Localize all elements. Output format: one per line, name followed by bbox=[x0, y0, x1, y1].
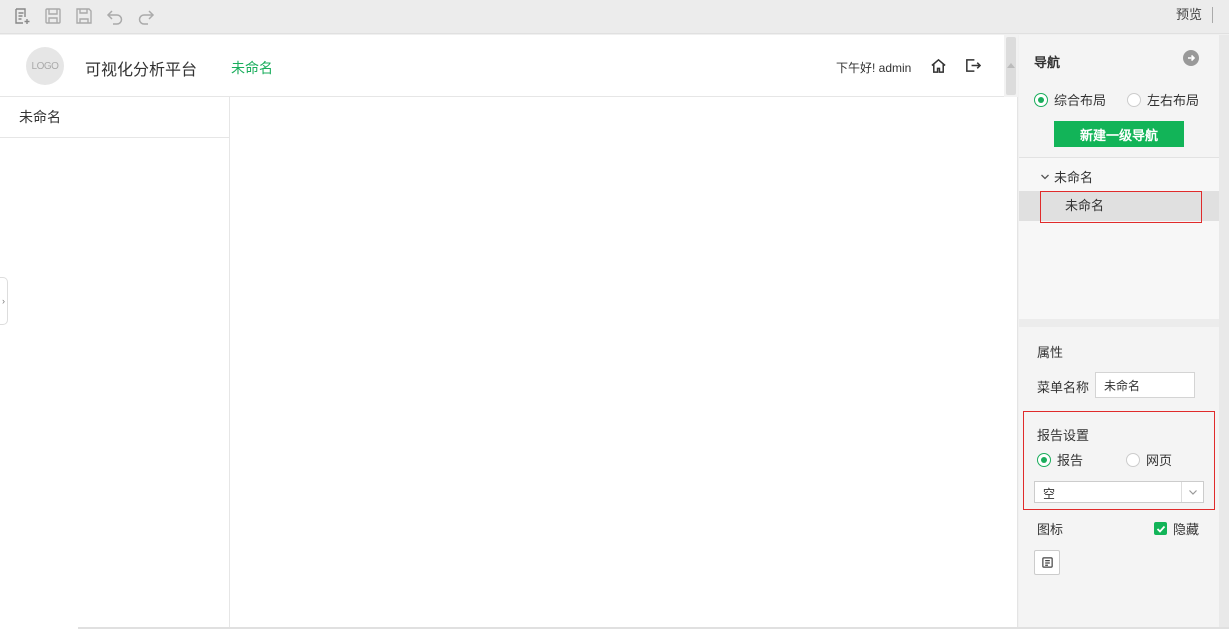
panel-divider bbox=[1019, 319, 1219, 327]
app-side-menu: 未命名 bbox=[0, 97, 230, 629]
scroll-up-icon[interactable] bbox=[1007, 63, 1015, 68]
save-as-icon[interactable] bbox=[73, 5, 95, 27]
user-greeting: 下午好! admin bbox=[836, 61, 912, 75]
tree-node-child[interactable]: 未命名 bbox=[1040, 191, 1202, 223]
checkbox-checked-icon bbox=[1154, 522, 1167, 535]
new-top-nav-button[interactable]: 新建一级导航 bbox=[1054, 121, 1184, 147]
logout-icon[interactable] bbox=[962, 55, 982, 75]
app-title: 可视化分析平台 bbox=[85, 62, 198, 79]
icon-label: 图标 bbox=[1037, 522, 1064, 537]
layout-option-combined[interactable]: 综合布局 bbox=[1034, 90, 1106, 109]
design-canvas: LOGO 可视化分析平台 未命名 下午好! admin 未命名 › bbox=[0, 35, 1018, 629]
new-page-icon[interactable] bbox=[11, 5, 33, 27]
arrow-right-circle-icon[interactable] bbox=[1183, 50, 1199, 66]
radio-selected-icon bbox=[1034, 92, 1048, 107]
nav-section-title: 导航 bbox=[1034, 55, 1061, 70]
app-tab-unnamed[interactable]: 未命名 bbox=[231, 58, 273, 78]
app-header: LOGO 可视化分析平台 未命名 下午好! admin bbox=[0, 35, 1004, 97]
radio-unselected-icon bbox=[1126, 452, 1140, 467]
config-panel: 导航 综合布局 左右布局 新建一级导航 未命名 未命名 属性 菜单名称 报告设置… bbox=[1019, 35, 1219, 629]
report-settings-box: 报告设置 报告 网页 空 bbox=[1023, 411, 1215, 510]
logo: LOGO bbox=[26, 47, 64, 85]
menu-name-label: 菜单名称 bbox=[1037, 380, 1090, 395]
save-icon[interactable] bbox=[42, 5, 64, 27]
icon-picker-button[interactable] bbox=[1034, 550, 1060, 575]
dropdown-button[interactable] bbox=[1181, 482, 1203, 502]
hide-checkbox[interactable]: 隐藏 bbox=[1154, 519, 1199, 538]
tree-node-child-row[interactable]: 未命名 bbox=[1019, 191, 1219, 223]
nav-tree: 未命名 未命名 bbox=[1019, 157, 1219, 319]
layout-option-left-right[interactable]: 左右布局 bbox=[1127, 90, 1199, 109]
attributes-title: 属性 bbox=[1037, 345, 1064, 360]
radio-selected-icon bbox=[1037, 452, 1051, 467]
report-option-webpage[interactable]: 网页 bbox=[1126, 450, 1172, 469]
chevron-down-icon bbox=[1188, 490, 1197, 495]
menu-name-input[interactable] bbox=[1095, 372, 1195, 398]
tree-node-parent[interactable]: 未命名 bbox=[1040, 167, 1093, 186]
chevron-down-icon bbox=[1041, 174, 1049, 179]
document-icon bbox=[1041, 557, 1053, 568]
chevron-right-icon: › bbox=[2, 296, 5, 306]
canvas-scrollbar[interactable] bbox=[1004, 35, 1018, 97]
home-icon[interactable] bbox=[928, 55, 948, 75]
radio-unselected-icon bbox=[1127, 92, 1141, 107]
report-settings-title: 报告设置 bbox=[1037, 428, 1090, 443]
redo-icon[interactable] bbox=[135, 5, 157, 27]
side-menu-item[interactable]: 未命名 bbox=[0, 97, 229, 138]
undo-icon[interactable] bbox=[104, 5, 126, 27]
report-option-report[interactable]: 报告 bbox=[1037, 450, 1083, 469]
expand-panel-toggle[interactable]: › bbox=[0, 277, 8, 325]
report-select[interactable]: 空 bbox=[1034, 481, 1204, 503]
report-select-value: 空 bbox=[1043, 487, 1056, 501]
panel-edge-strip bbox=[1219, 35, 1229, 629]
preview-button[interactable]: 预览 bbox=[1176, 7, 1213, 23]
top-toolbar: 预览 bbox=[0, 0, 1229, 34]
